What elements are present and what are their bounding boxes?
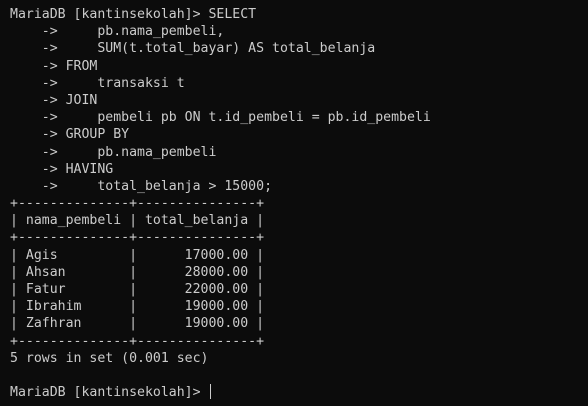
table-header: | nama_pembeli | total_belanja | bbox=[10, 213, 265, 229]
table-row: | Ibrahim | 19000.00 | bbox=[10, 299, 265, 315]
table-row: | Ahsan | 28000.00 | bbox=[10, 264, 265, 280]
terminal-window[interactable]: MariaDB [kantinsekolah]> SELECT -> pb.na… bbox=[0, 0, 588, 406]
query-line: -> pembeli pb ON t.id_pembeli = pb.id_pe… bbox=[10, 110, 431, 126]
query-line: -> HAVING bbox=[10, 161, 114, 177]
table-border: +--------------+---------------+ bbox=[10, 196, 265, 212]
query-line: -> total_belanja > 15000; bbox=[10, 178, 273, 194]
query-line: -> pb.nama_pembeli, bbox=[10, 24, 225, 40]
result-summary: 5 rows in set (0.001 sec) bbox=[10, 350, 209, 366]
table-row: | Zafhran | 19000.00 | bbox=[10, 316, 265, 332]
active-prompt-line[interactable]: MariaDB [kantinsekolah]> bbox=[10, 384, 588, 401]
query-line: -> SUM(t.total_bayar) AS total_belanja bbox=[10, 41, 376, 57]
query-line: -> pb.nama_pembeli bbox=[10, 144, 217, 160]
query-line: -> JOIN bbox=[10, 92, 98, 108]
query-line: -> FROM bbox=[10, 58, 98, 74]
prompt-text: MariaDB [kantinsekolah]> bbox=[10, 385, 209, 401]
table-row: | Fatur | 22000.00 | bbox=[10, 282, 265, 297]
prompt-line: MariaDB [kantinsekolah]> SELECT bbox=[10, 7, 257, 22]
table-row: | Agis | 17000.00 | bbox=[10, 247, 265, 263]
table-border: +--------------+---------------+ bbox=[10, 230, 265, 246]
query-line: -> GROUP BY bbox=[10, 127, 130, 143]
query-line: -> transaksi t bbox=[10, 75, 185, 91]
table-border: +--------------+---------------+ bbox=[10, 333, 265, 349]
text-cursor bbox=[209, 384, 211, 400]
